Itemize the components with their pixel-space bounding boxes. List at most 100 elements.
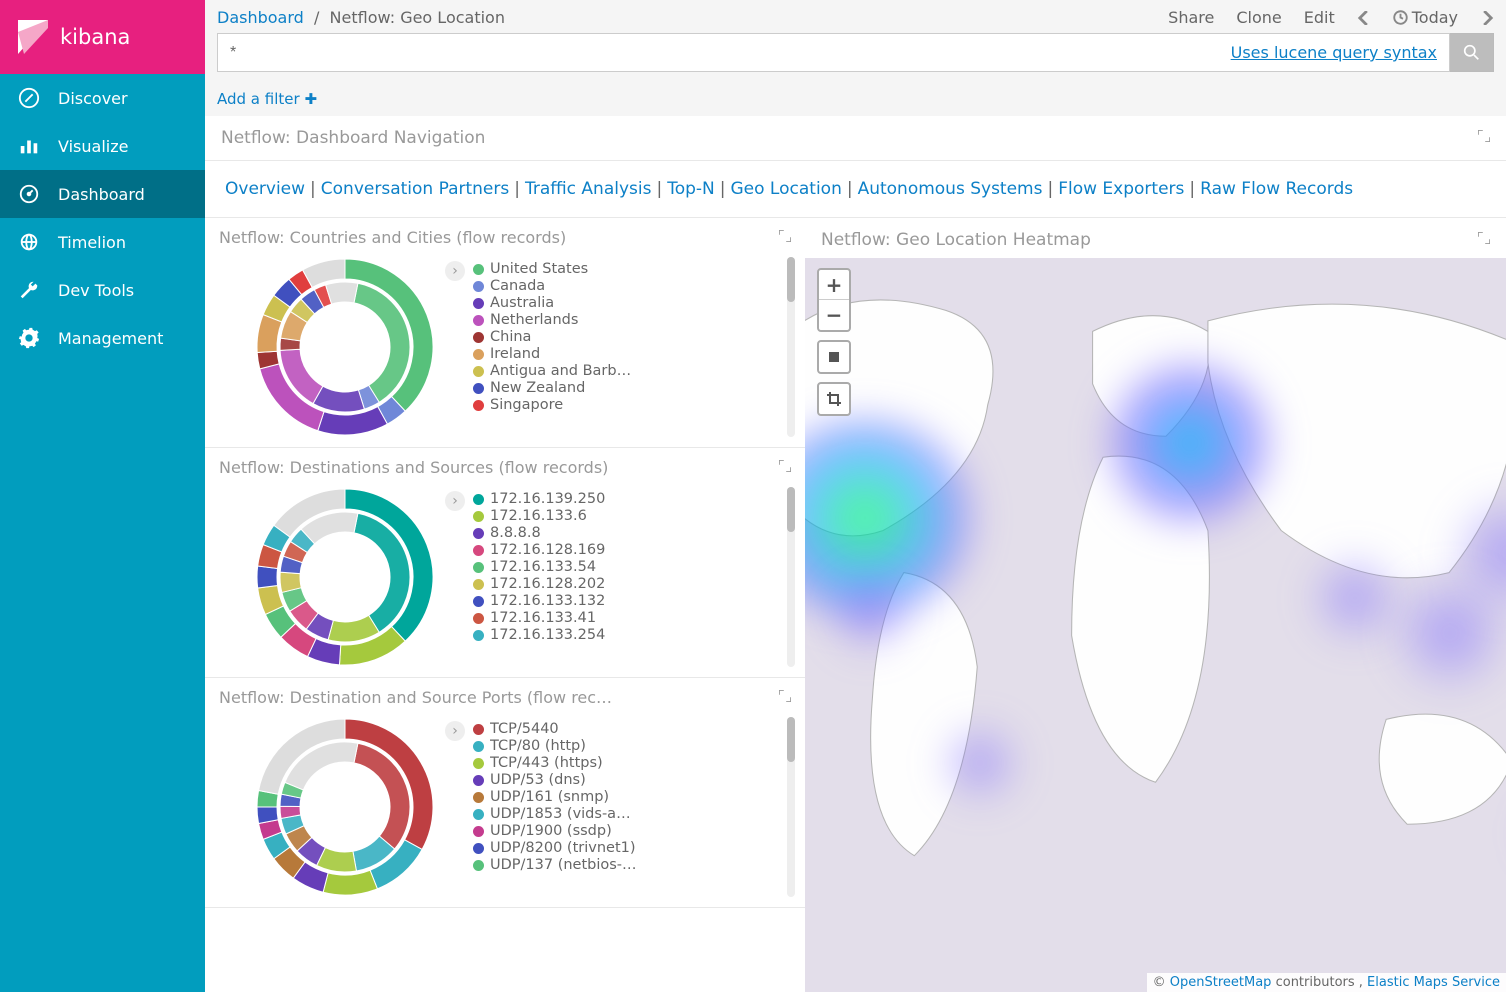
legend-item[interactable]: 172.16.139.250 bbox=[473, 491, 605, 507]
legend-item[interactable]: TCP/5440 bbox=[473, 721, 638, 737]
search-syntax-hint[interactable]: Uses lucene query syntax bbox=[1231, 43, 1437, 62]
legend-dot bbox=[473, 826, 484, 837]
osm-link[interactable]: OpenStreetMap bbox=[1170, 975, 1272, 990]
legend-dot bbox=[473, 494, 484, 505]
legend-dot bbox=[473, 809, 484, 820]
cog-icon bbox=[18, 327, 40, 349]
brand-logo[interactable]: kibana bbox=[0, 0, 205, 74]
donut-chart[interactable] bbox=[255, 257, 435, 437]
donut-chart[interactable] bbox=[255, 487, 435, 667]
zoom-in-button[interactable]: + bbox=[819, 270, 849, 300]
legend-item[interactable]: 172.16.133.254 bbox=[473, 627, 605, 643]
legend-toggle-icon[interactable]: › bbox=[445, 721, 465, 741]
legend-dot bbox=[473, 511, 484, 522]
legend-item[interactable]: TCP/443 (https) bbox=[473, 755, 638, 771]
add-filter-button[interactable]: Add a filter ✚ bbox=[205, 82, 1506, 116]
legend-item[interactable]: Australia bbox=[473, 295, 638, 311]
legend-item[interactable]: 172.16.133.132 bbox=[473, 593, 605, 609]
clone-button[interactable]: Clone bbox=[1236, 8, 1281, 27]
search-button[interactable] bbox=[1450, 33, 1494, 72]
legend-label: Singapore bbox=[490, 397, 563, 413]
legend-item[interactable]: New Zealand bbox=[473, 380, 638, 396]
nav-link-traffic-analysis[interactable]: Traffic Analysis bbox=[525, 179, 652, 199]
edit-button[interactable]: Edit bbox=[1304, 8, 1335, 27]
legend-item[interactable]: China bbox=[473, 329, 638, 345]
map-panel: Netflow: Geo Location Heatmap bbox=[805, 218, 1506, 992]
legend-item[interactable]: 172.16.133.54 bbox=[473, 559, 605, 575]
legend-toggle-icon[interactable]: › bbox=[445, 261, 465, 281]
nav-link-overview[interactable]: Overview bbox=[225, 179, 305, 199]
expand-icon[interactable] bbox=[779, 230, 791, 246]
legend-item[interactable]: UDP/1900 (ssdp) bbox=[473, 823, 638, 839]
legend-item[interactable]: UDP/161 (snmp) bbox=[473, 789, 638, 805]
legend-item[interactable]: Ireland bbox=[473, 346, 638, 362]
legend-item[interactable]: 8.8.8.8 bbox=[473, 525, 605, 541]
legend-label: 172.16.133.6 bbox=[490, 508, 587, 524]
legend-item[interactable]: UDP/137 (netbios-… bbox=[473, 857, 638, 873]
expand-icon[interactable] bbox=[1478, 130, 1490, 146]
time-picker-button[interactable]: Today bbox=[1393, 8, 1458, 27]
legend-toggle-icon[interactable]: › bbox=[445, 491, 465, 511]
expand-icon[interactable] bbox=[779, 690, 791, 706]
legend-item[interactable]: United States bbox=[473, 261, 638, 277]
legend-item[interactable]: 172.16.128.202 bbox=[473, 576, 605, 592]
fit-bounds-button[interactable] bbox=[817, 340, 851, 374]
sidebar-item-dashboard[interactable]: Dashboard bbox=[0, 170, 205, 218]
legend-dot bbox=[473, 792, 484, 803]
chart-bar-icon bbox=[18, 135, 40, 157]
legend-dot bbox=[473, 596, 484, 607]
legend-item[interactable]: UDP/8200 (trivnet1) bbox=[473, 840, 638, 856]
sidebar-item-timelion[interactable]: Timelion bbox=[0, 218, 205, 266]
sidebar-item-label: Dev Tools bbox=[58, 281, 134, 300]
legend-label: China bbox=[490, 329, 531, 345]
legend-item[interactable]: Canada bbox=[473, 278, 638, 294]
expand-icon[interactable] bbox=[779, 460, 791, 476]
nav-links-row: Overview|Conversation Partners|Traffic A… bbox=[205, 161, 1506, 218]
crop-button[interactable] bbox=[817, 382, 851, 416]
legend-item[interactable]: Antigua and Barbu… bbox=[473, 363, 638, 379]
legend-dot bbox=[473, 758, 484, 769]
legend-item[interactable]: Netherlands bbox=[473, 312, 638, 328]
time-next-icon[interactable] bbox=[1480, 11, 1494, 25]
legend-item[interactable]: 172.16.128.169 bbox=[473, 542, 605, 558]
elastic-maps-link[interactable]: Elastic Maps Service bbox=[1367, 975, 1500, 990]
sidebar-item-management[interactable]: Management bbox=[0, 314, 205, 362]
geo-map[interactable]: © OpenStreetMap contributors , Elastic M… bbox=[805, 258, 1506, 992]
legend-item[interactable]: TCP/80 (http) bbox=[473, 738, 638, 754]
legend-list: TCP/5440TCP/80 (http)TCP/443 (https)UDP/… bbox=[473, 721, 638, 873]
legend-dot bbox=[473, 630, 484, 641]
legend-item[interactable]: UDP/53 (dns) bbox=[473, 772, 638, 788]
legend-dot bbox=[473, 843, 484, 854]
scrollbar[interactable] bbox=[787, 717, 795, 897]
search-input-container: Uses lucene query syntax bbox=[217, 33, 1450, 72]
sidebar-item-discover[interactable]: Discover bbox=[0, 74, 205, 122]
nav-link-autonomous-systems[interactable]: Autonomous Systems bbox=[858, 179, 1043, 199]
scrollbar[interactable] bbox=[787, 257, 795, 437]
legend-label: Ireland bbox=[490, 346, 540, 362]
legend-dot bbox=[473, 298, 484, 309]
map-controls: + − bbox=[817, 268, 851, 416]
legend-item[interactable]: UDP/1853 (vids-avtp) bbox=[473, 806, 638, 822]
legend-dot bbox=[473, 562, 484, 573]
breadcrumb-root[interactable]: Dashboard bbox=[217, 8, 304, 27]
sidebar-item-dev-tools[interactable]: Dev Tools bbox=[0, 266, 205, 314]
zoom-out-button[interactable]: − bbox=[819, 300, 849, 330]
legend-dot bbox=[473, 741, 484, 752]
legend-item[interactable]: 172.16.133.41 bbox=[473, 610, 605, 626]
scrollbar[interactable] bbox=[787, 487, 795, 667]
time-prev-icon[interactable] bbox=[1357, 11, 1371, 25]
nav-link-raw-flow-records[interactable]: Raw Flow Records bbox=[1200, 179, 1353, 199]
donut-chart[interactable] bbox=[255, 717, 435, 897]
legend-item[interactable]: Singapore bbox=[473, 397, 638, 413]
nav-link-geo-location[interactable]: Geo Location bbox=[731, 179, 842, 199]
legend-item[interactable]: 172.16.133.6 bbox=[473, 508, 605, 524]
nav-link-top-n[interactable]: Top-N bbox=[667, 179, 715, 199]
sidebar-item-visualize[interactable]: Visualize bbox=[0, 122, 205, 170]
nav-link-conversation-partners[interactable]: Conversation Partners bbox=[321, 179, 509, 199]
expand-icon[interactable] bbox=[1478, 232, 1490, 248]
search-input[interactable] bbox=[230, 44, 1231, 62]
main-area: Dashboard / Netflow: Geo Location Share … bbox=[205, 0, 1506, 992]
nav-link-flow-exporters[interactable]: Flow Exporters bbox=[1058, 179, 1184, 199]
legend-label: New Zealand bbox=[490, 380, 585, 396]
share-button[interactable]: Share bbox=[1168, 8, 1214, 27]
